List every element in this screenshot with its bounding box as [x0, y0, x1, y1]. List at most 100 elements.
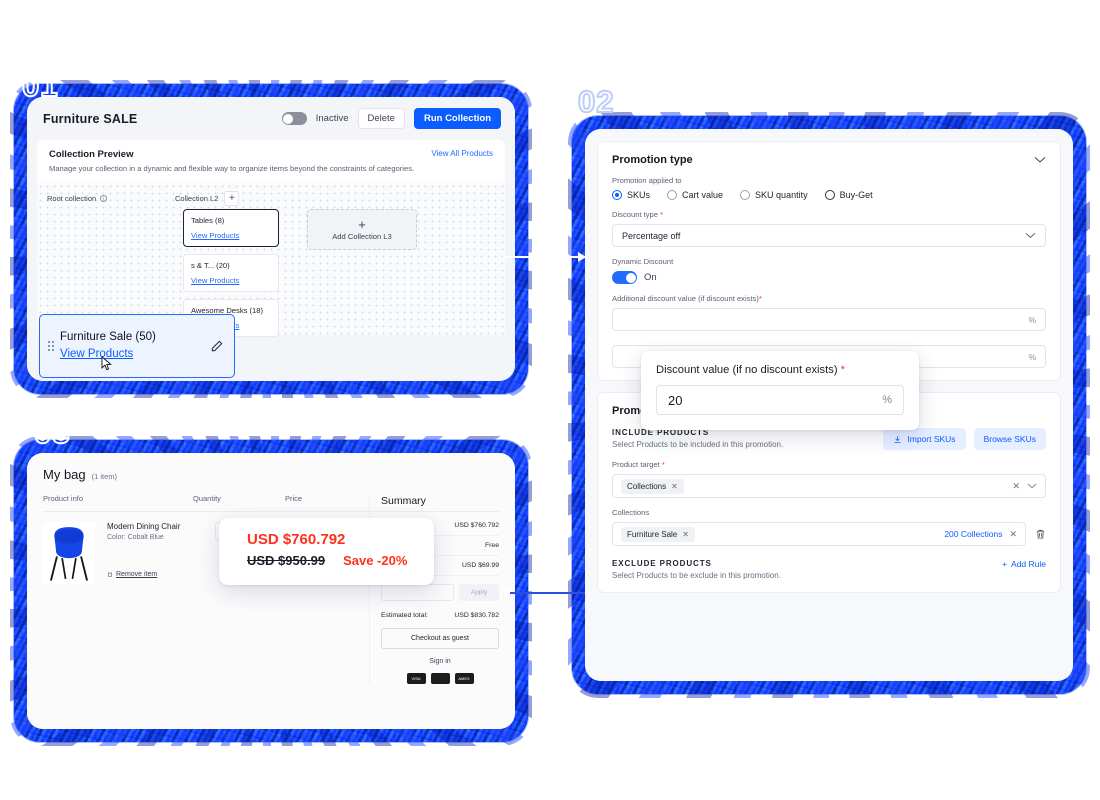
discount-value-popup-input[interactable]: 20 %: [656, 385, 904, 415]
browse-skus-label: Browse SKUs: [983, 434, 1036, 444]
drag-handle-icon[interactable]: [48, 341, 54, 351]
chip-label: Collections: [627, 481, 667, 491]
discount-type-value: Percentage off: [622, 230, 681, 241]
chip-remove-icon[interactable]: ✕: [671, 482, 678, 491]
additional-discount-input[interactable]: %: [612, 308, 1046, 331]
product-target-chip[interactable]: Collections ✕: [621, 478, 684, 494]
info-icon: i: [100, 195, 108, 202]
radio-label: SKUs: [627, 190, 651, 200]
panel-shopping-cart: My bag (1 item) Product info Quantity Pr…: [14, 440, 528, 742]
panel-promotion-setup: Promotion type Promotion applied to SKUs…: [572, 116, 1086, 694]
collection-canvas: Root collection i Collection L2 + Tables…: [37, 183, 505, 378]
radio-skus[interactable]: SKUs: [612, 190, 650, 200]
radio-circle-icon: [612, 190, 622, 200]
payment-icon-visa: VISA: [406, 673, 426, 684]
collection-card-link[interactable]: View Products: [191, 231, 271, 240]
chair-image: [49, 527, 89, 581]
import-skus-button[interactable]: Import SKUs: [883, 428, 966, 450]
mouse-pointer-icon: [101, 356, 112, 371]
exclude-products-heading: EXCLUDE PRODUCTS: [612, 559, 712, 568]
step-badge-01: 01: [21, 67, 59, 104]
payment-icon-mastercard: [430, 673, 450, 684]
discount-type-label: Discount type *: [612, 210, 1046, 219]
promotion-type-section: Promotion type Promotion applied to SKUs…: [597, 141, 1061, 381]
discount-value-popup-label: Discount value (if no discount exists) *: [656, 364, 904, 376]
chevron-down-icon[interactable]: [1025, 232, 1036, 239]
collection-card-link[interactable]: View Products: [191, 276, 271, 285]
chip-remove-icon[interactable]: ✕: [682, 530, 689, 539]
collections-label: Collections: [612, 508, 650, 517]
radio-sku-quantity[interactable]: SKU quantity: [740, 190, 808, 200]
radio-label: Cart value: [682, 190, 724, 200]
collection-hover-card[interactable]: Furniture Sale (50) View Products: [39, 314, 235, 378]
popup-label-text: Discount value (if no discount exists): [656, 364, 838, 376]
additional-discount-text: Additional discount value (if discount e…: [612, 294, 759, 303]
edit-pencil-icon[interactable]: [210, 339, 224, 353]
discounted-price: USD $760.792: [247, 531, 346, 548]
required-asterisk: *: [837, 364, 846, 376]
discount-value-popup[interactable]: Discount value (if no discount exists) *…: [641, 351, 919, 430]
plus-icon: +: [1002, 559, 1008, 569]
collections-field[interactable]: Furniture Sale ✕ 200 Collections ✕: [612, 522, 1026, 546]
collection-card[interactable]: Tables (8) View Products: [183, 209, 279, 247]
radio-label: SKU quantity: [755, 190, 808, 200]
dynamic-discount-state: On: [644, 272, 657, 283]
browse-skus-button[interactable]: Browse SKUs: [973, 428, 1046, 450]
checkout-as-guest-button[interactable]: Checkout as guest: [381, 628, 499, 649]
sign-in-link[interactable]: Sign in: [381, 658, 499, 665]
view-all-products-link[interactable]: View All Products: [431, 149, 493, 158]
collection-preview-card: Collection Preview Manage your collectio…: [37, 140, 505, 183]
promotion-applied-to-label: Promotion applied to: [612, 176, 682, 185]
product-color: Color: Cobalt Blue: [107, 534, 164, 541]
promo-code-input[interactable]: [381, 584, 454, 601]
collections-chip[interactable]: Furniture Sale ✕: [621, 526, 695, 542]
collection-card[interactable]: s & T... (20) View Products: [183, 254, 279, 292]
product-target-text: Product target: [612, 460, 660, 469]
payment-methods: VISA AMEX: [381, 673, 499, 684]
include-products-subtext: Select Products to be included in this p…: [612, 440, 784, 449]
exclude-products-subtext: Select Products to be exclude in this pr…: [612, 571, 781, 580]
connector-panel2-to-panel3: [502, 588, 585, 598]
radio-cart-value[interactable]: Cart value: [667, 190, 723, 200]
dynamic-discount-toggle[interactable]: [612, 271, 637, 284]
original-price: USD $950.99: [247, 553, 326, 568]
trash-icon: [108, 572, 112, 577]
radio-buy-get[interactable]: Buy-Get: [824, 190, 873, 200]
radio-circle-icon: [740, 190, 751, 200]
toggle-knob: [283, 113, 294, 124]
remove-item-button[interactable]: Remove item: [107, 571, 203, 578]
clear-collections-icon[interactable]: ✕: [1009, 529, 1017, 540]
collection-l2-label: Collection L2: [175, 194, 219, 203]
active-toggle[interactable]: [281, 112, 307, 125]
collection-card-title: Tables (8): [191, 216, 225, 225]
toggle-status-label: Inactive: [315, 113, 349, 124]
product-target-field[interactable]: Collections ✕ ✕: [612, 474, 1046, 498]
step-badge-02: 02: [577, 83, 615, 120]
product-target-label: Product target *: [612, 460, 1046, 469]
bag-item-count: (1 item): [91, 472, 118, 481]
discount-type-select[interactable]: Percentage off: [612, 224, 1046, 247]
add-collection-l2-button[interactable]: +: [224, 191, 240, 206]
payment-icon-amex: AMEX: [454, 673, 474, 684]
chevron-down-icon[interactable]: [1034, 156, 1046, 164]
summary-row-value: USD $760.792: [454, 522, 499, 529]
column-price: Price: [285, 494, 303, 503]
collections-count-link[interactable]: 200 Collections: [944, 529, 1002, 539]
percent-symbol: %: [882, 394, 892, 406]
estimated-total-label: Estimated total:: [381, 612, 428, 619]
percent-symbol: %: [1028, 351, 1036, 362]
trash-icon[interactable]: [1035, 528, 1046, 540]
promotion-applied-to-radio-group[interactable]: SKUs Cart value SKU quantity Buy-Get: [612, 190, 1046, 200]
connector-panel1-to-panel2: [503, 252, 586, 262]
root-collection-label: Root collection: [47, 194, 97, 203]
delete-button[interactable]: Delete: [357, 108, 405, 129]
run-collection-button[interactable]: Run Collection: [413, 108, 501, 129]
apply-promo-button[interactable]: Apply: [459, 584, 499, 601]
clear-field-icon[interactable]: ✕: [1012, 481, 1020, 492]
add-rule-button[interactable]: + Add Rule: [1002, 559, 1046, 569]
chevron-down-icon[interactable]: [1027, 483, 1037, 489]
price-discount-popup: USD $760.792 USD $950.99 Save -20%: [219, 518, 434, 585]
add-collection-l3-button[interactable]: + Add Collection L3: [307, 209, 417, 250]
hover-card-view-products-link[interactable]: View Products: [60, 348, 133, 360]
additional-discount-label: Additional discount value (if discount e…: [612, 294, 1046, 303]
